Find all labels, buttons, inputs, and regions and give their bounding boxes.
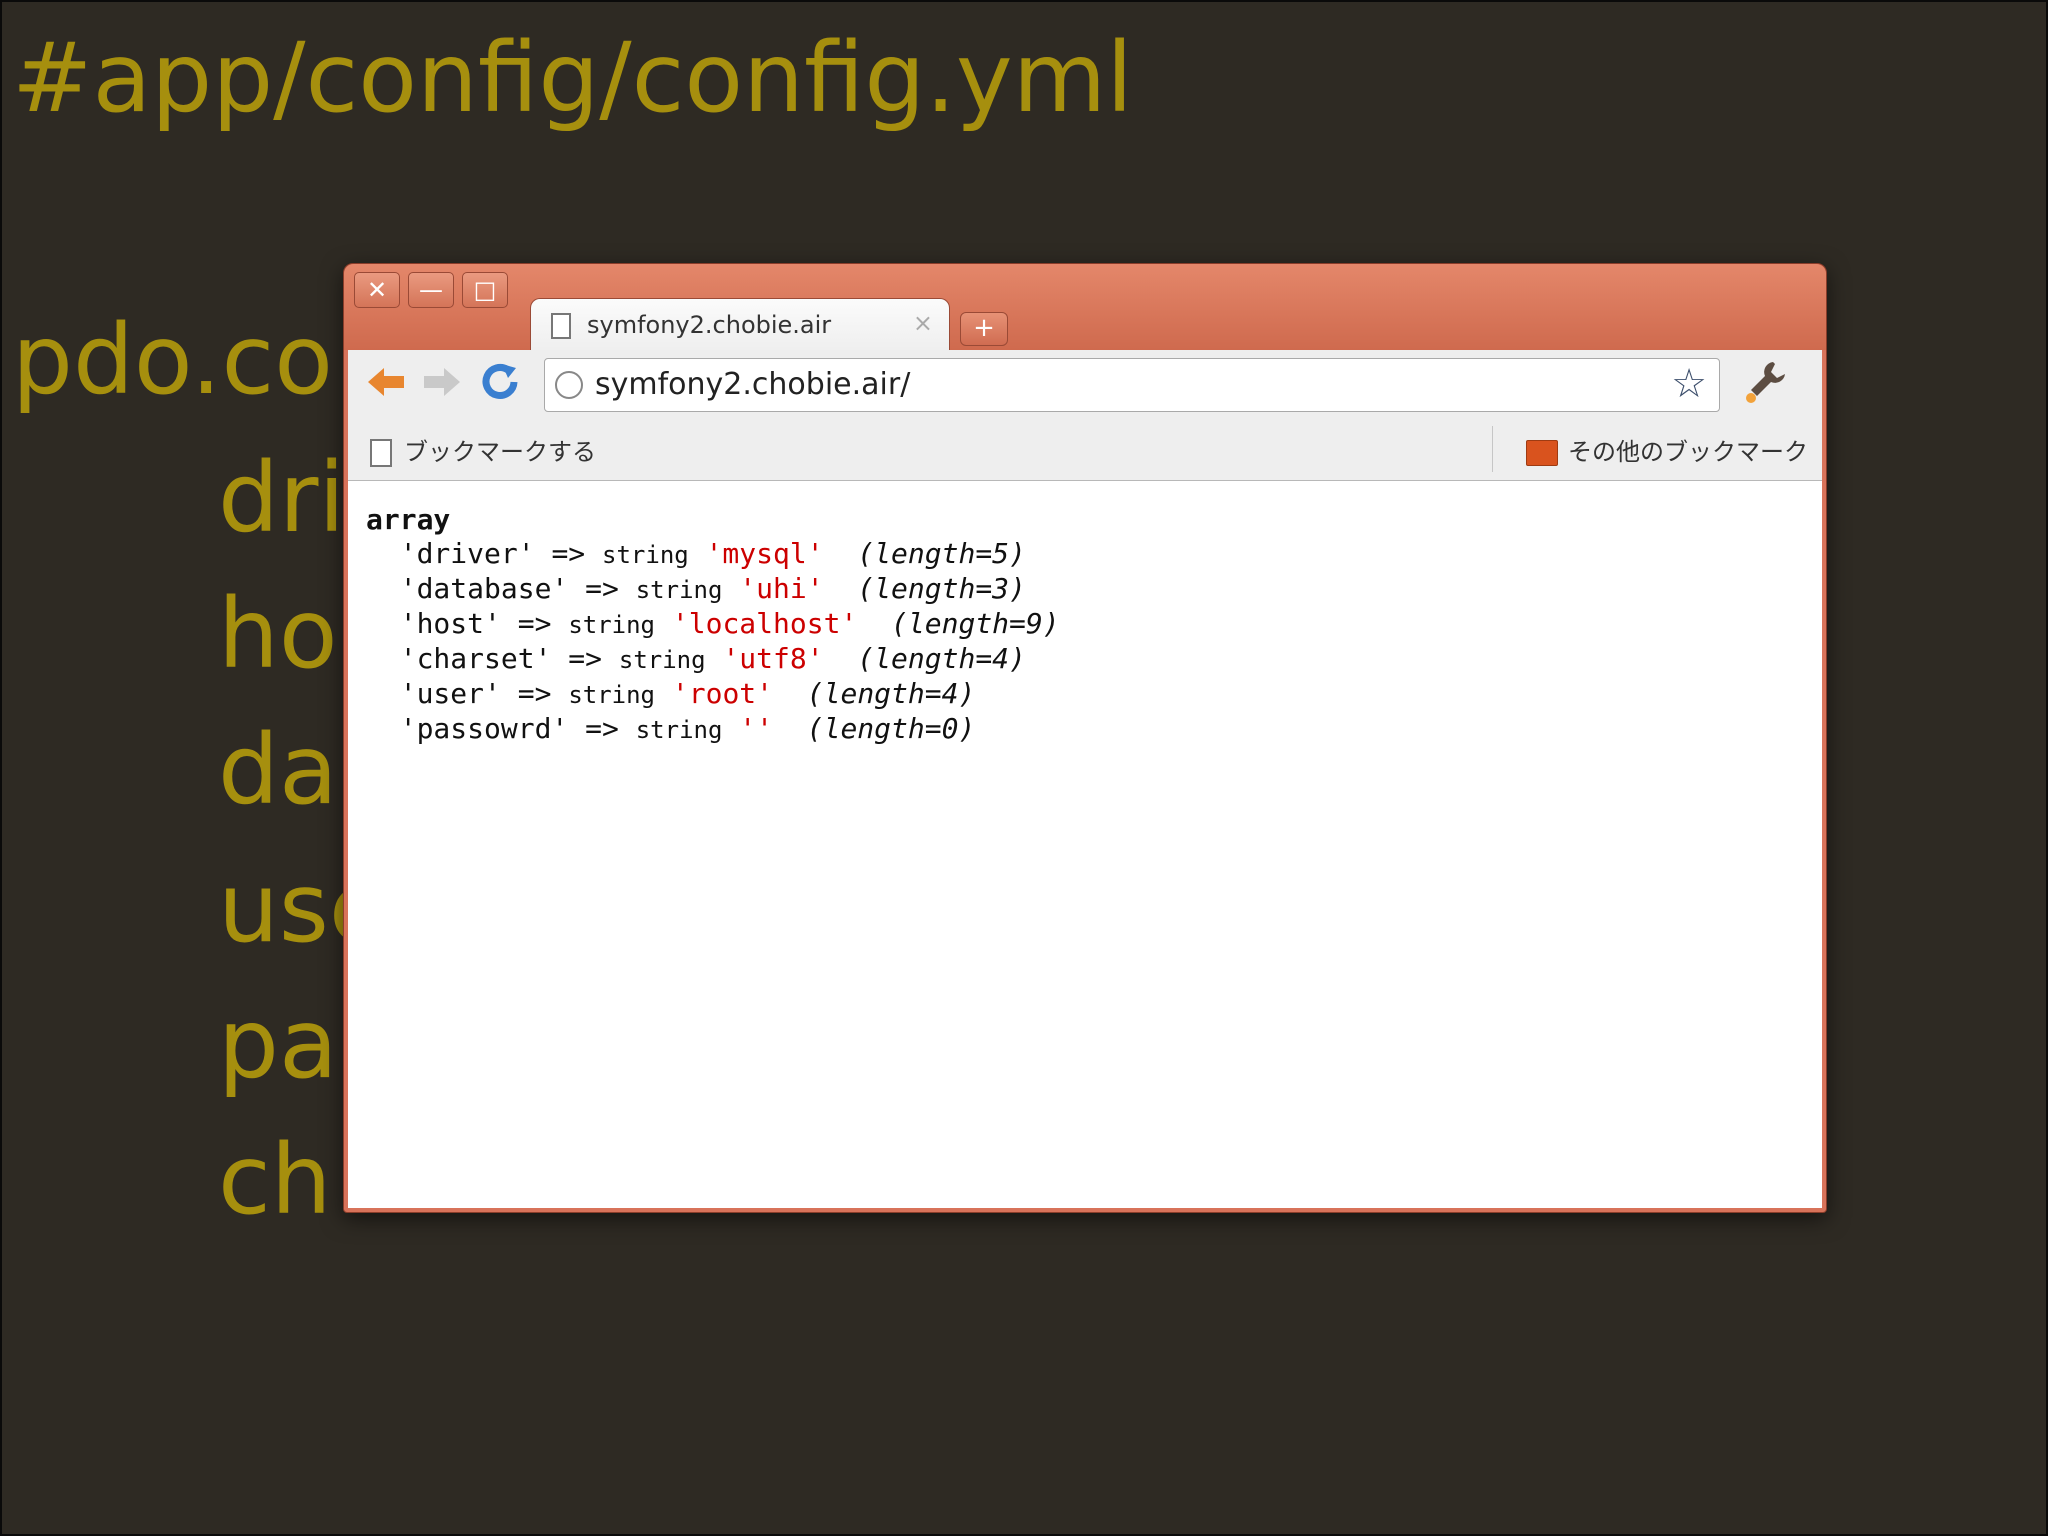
- dump-key: 'database': [399, 572, 569, 605]
- slide-line-charset: ch: [218, 1124, 332, 1236]
- reload-icon[interactable]: [476, 360, 524, 408]
- url-text: symfony2.chobie.air/: [595, 367, 911, 402]
- dump-key: 'host': [399, 607, 501, 640]
- star-icon[interactable]: ☆: [1671, 361, 1707, 407]
- dump-key: 'charset': [399, 642, 552, 675]
- bookmark-this-button[interactable]: ブックマークする: [370, 432, 596, 467]
- dump-header: array: [366, 503, 451, 536]
- new-tab-button[interactable]: +: [960, 312, 1008, 346]
- dump-key: 'driver': [399, 537, 535, 570]
- dump-key: 'passowrd': [399, 712, 569, 745]
- dump-arrow: =>: [517, 607, 552, 640]
- slide-line-pdo: pdo.co: [12, 304, 333, 416]
- tab-close-icon[interactable]: ×: [913, 309, 933, 337]
- tab-title: symfony2.chobie.air: [587, 311, 832, 339]
- dump-type: string: [602, 541, 689, 569]
- dump-value: 'localhost': [671, 607, 858, 640]
- address-bar[interactable]: symfony2.chobie.air/ ☆: [544, 358, 1720, 412]
- dump-length: (length=5): [857, 537, 1026, 570]
- dump-type: string: [635, 716, 723, 744]
- dump-arrow: =>: [568, 642, 603, 675]
- slide-title: #app/config/config.yml: [12, 22, 1133, 134]
- forward-arrow-icon[interactable]: [418, 360, 466, 408]
- globe-icon: [555, 371, 583, 399]
- bookmarks-separator: [1492, 426, 1493, 472]
- wrench-icon[interactable]: [1743, 358, 1789, 413]
- back-arrow-icon[interactable]: [362, 360, 410, 408]
- dump-value: 'root': [671, 677, 774, 710]
- dump-arrow: =>: [585, 572, 619, 605]
- folder-icon: [1526, 440, 1558, 466]
- dump-arrow: =>: [551, 537, 586, 570]
- dump-value: '': [739, 712, 774, 745]
- dump-type: string: [568, 681, 656, 709]
- dump-value: 'utf8': [722, 642, 824, 675]
- other-bookmarks-button[interactable]: その他のブックマーク: [1526, 432, 1808, 467]
- slide-line-driver: dri: [218, 442, 346, 554]
- toolbar: symfony2.chobie.air/ ☆: [348, 350, 1822, 418]
- dump-length: (length=9): [891, 607, 1060, 640]
- browser-tab[interactable]: symfony2.chobie.air ×: [530, 298, 950, 353]
- title-bar: ✕ — □ symfony2.chobie.air × +: [344, 264, 1826, 353]
- page-icon: [551, 313, 571, 339]
- page-content: array 'driver' => string 'mysql' (length…: [348, 481, 1822, 1208]
- dump-value: 'uhi': [739, 572, 824, 605]
- dump-type: string: [568, 611, 656, 639]
- dump-length: (length=4): [806, 677, 976, 710]
- maximize-window-button[interactable]: □: [462, 272, 508, 308]
- slide-line-host: ho: [218, 578, 338, 690]
- slide-line-password: pa: [218, 988, 338, 1100]
- dump-type: string: [618, 646, 706, 674]
- dump-arrow: =>: [517, 677, 552, 710]
- bookmarks-bar: ブックマークする その他のブックマーク: [348, 418, 1822, 481]
- dump-length: (length=0): [806, 712, 976, 745]
- var-dump: array 'driver' => string 'mysql' (length…: [366, 503, 1060, 747]
- dump-length: (length=3): [857, 572, 1026, 605]
- bookmark-this-label: ブックマークする: [404, 438, 596, 466]
- slide-line-database: da: [218, 714, 338, 826]
- other-bookmarks-label: その他のブックマーク: [1568, 438, 1808, 466]
- close-window-button[interactable]: ✕: [354, 272, 400, 308]
- dump-length: (length=4): [857, 642, 1026, 675]
- page-icon: [370, 439, 392, 467]
- dump-arrow: =>: [585, 712, 619, 745]
- browser-window: ✕ — □ symfony2.chobie.air × + symfony2.c…: [343, 263, 1827, 1213]
- dump-type: string: [635, 576, 723, 604]
- dump-value: 'mysql': [705, 537, 824, 570]
- dump-key: 'user': [399, 677, 501, 710]
- minimize-window-button[interactable]: —: [408, 272, 454, 308]
